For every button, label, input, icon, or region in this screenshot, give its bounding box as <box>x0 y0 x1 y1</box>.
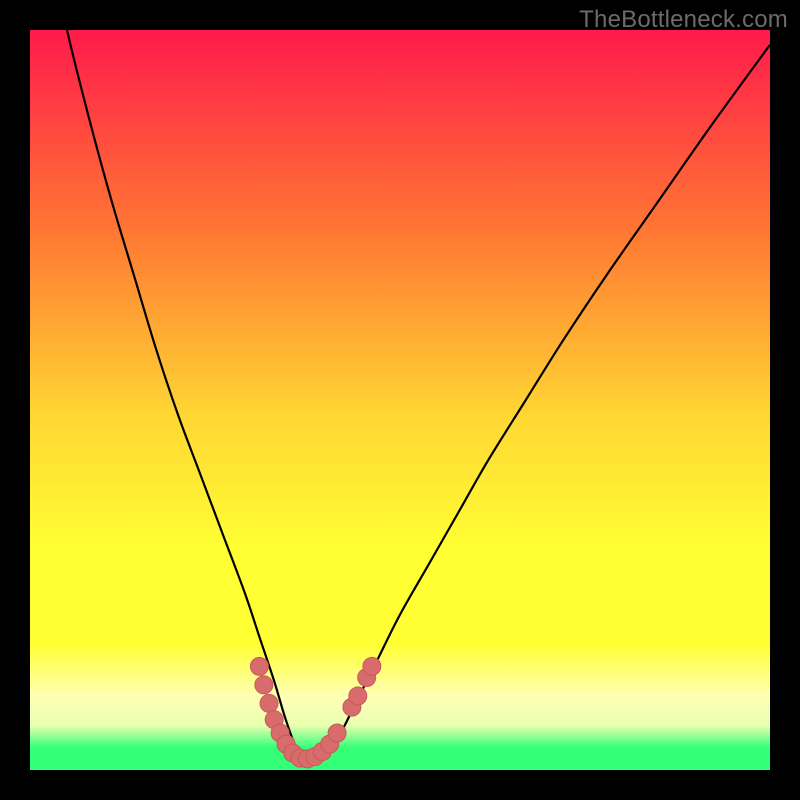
curve-marker <box>363 657 381 675</box>
curve-marker <box>260 694 278 712</box>
curve-marker <box>328 724 346 742</box>
gradient-background <box>30 30 770 770</box>
plot-area <box>30 30 770 770</box>
curve-marker <box>250 657 268 675</box>
chart-svg <box>30 30 770 770</box>
curve-marker <box>255 676 273 694</box>
curve-marker <box>349 687 367 705</box>
chart-frame: TheBottleneck.com <box>0 0 800 800</box>
watermark-text: TheBottleneck.com <box>579 6 788 34</box>
